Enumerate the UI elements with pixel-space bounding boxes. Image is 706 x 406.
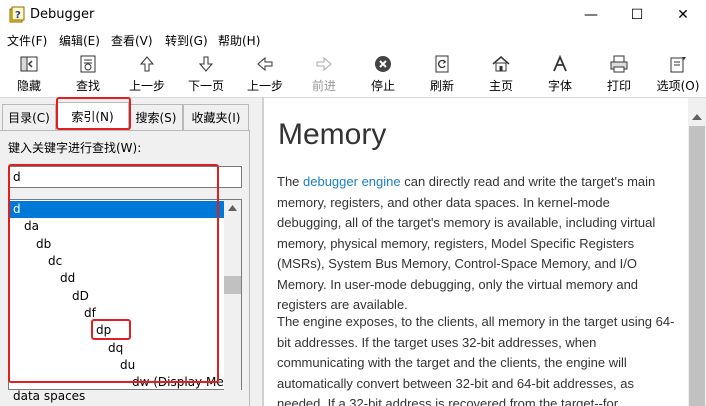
- find-button[interactable]: 查找: [60, 53, 116, 95]
- list-item[interactable]: da: [24, 218, 39, 235]
- next-page-button[interactable]: 下一页: [178, 53, 234, 95]
- list-item[interactable]: dD: [72, 288, 89, 305]
- maximize-icon: ☐: [630, 7, 644, 23]
- back-button[interactable]: 上一步: [237, 53, 293, 95]
- topic-paragraph: The engine exposes, to the clients, all …: [277, 314, 675, 406]
- scroll-up-icon[interactable]: [228, 205, 237, 211]
- content-scroll-thumb[interactable]: [689, 126, 705, 406]
- topic-paragraph: The debugger engine can directly read an…: [277, 174, 656, 312]
- maximize-button[interactable]: ☐: [614, 0, 660, 30]
- list-item[interactable]: dq: [108, 340, 123, 357]
- list-item[interactable]: df: [84, 305, 96, 322]
- list-item[interactable]: d: [9, 201, 225, 218]
- list-item[interactable]: dp: [96, 322, 111, 339]
- home-icon: [490, 53, 512, 75]
- toolbar: 隐藏 查找 上一步 下一页 上一步 前进 停止 刷新 主页 字体 打印 选项(O…: [0, 50, 706, 98]
- list-item[interactable]: db: [36, 236, 51, 253]
- menu-goto[interactable]: 转到(G): [165, 32, 208, 49]
- topic-title: Memory: [278, 118, 387, 151]
- arrow-down-icon: [195, 53, 217, 75]
- minimize-icon: —: [584, 7, 598, 23]
- stop-button[interactable]: 停止: [355, 53, 411, 95]
- close-button[interactable]: ✕: [660, 0, 706, 30]
- close-icon: ✕: [677, 7, 689, 23]
- tab-search[interactable]: 搜索(S): [129, 104, 183, 130]
- debugger-engine-link[interactable]: debugger engine: [303, 174, 401, 189]
- list-item[interactable]: dd: [60, 270, 75, 287]
- options-icon: [667, 53, 689, 75]
- keyword-input[interactable]: [8, 166, 242, 188]
- list-item[interactable]: dw (Display Me: [132, 374, 224, 389]
- arrow-up-icon: [136, 53, 158, 75]
- refresh-icon: [431, 53, 453, 75]
- index-list-scroll-thumb[interactable]: [224, 276, 241, 294]
- title-bar: ? Debugger — ☐ ✕: [0, 0, 706, 30]
- list-item[interactable]: dc: [48, 253, 62, 270]
- print-button[interactable]: 打印: [591, 53, 647, 95]
- arrow-left-icon: [254, 53, 276, 75]
- find-icon: [77, 53, 99, 75]
- menu-help[interactable]: 帮助(H): [218, 32, 260, 49]
- tab-index[interactable]: 索引(N): [56, 102, 129, 130]
- font-button[interactable]: 字体: [532, 53, 588, 95]
- list-item[interactable]: data spaces: [13, 389, 85, 403]
- window-title: Debugger: [30, 7, 95, 22]
- font-icon: [549, 53, 571, 75]
- index-list-scrollbar[interactable]: [224, 200, 241, 390]
- menu-edit[interactable]: 编辑(E): [59, 32, 100, 49]
- prev-step-button[interactable]: 上一步: [119, 53, 175, 95]
- topic-content: Memory The debugger engine can directly …: [264, 98, 688, 406]
- tab-contents[interactable]: 目录(C): [2, 104, 56, 130]
- menu-file[interactable]: 文件(F): [7, 32, 47, 49]
- refresh-button[interactable]: 刷新: [414, 53, 470, 95]
- hide-button[interactable]: 隐藏: [1, 53, 57, 95]
- svg-text:?: ?: [15, 10, 21, 21]
- list-item[interactable]: du: [120, 357, 135, 374]
- stop-icon: [372, 53, 394, 75]
- print-icon: [608, 53, 630, 75]
- scroll-up-icon[interactable]: [692, 114, 702, 120]
- menu-bar: 文件(F) 编辑(E) 查看(V) 转到(G) 帮助(H): [0, 30, 706, 50]
- tab-favorites[interactable]: 收藏夹(I): [183, 104, 249, 130]
- forward-button[interactable]: 前进: [296, 53, 352, 95]
- help-app-icon: ?: [9, 6, 25, 23]
- home-button[interactable]: 主页: [473, 53, 529, 95]
- arrow-right-icon: [313, 53, 335, 75]
- menu-view[interactable]: 查看(V): [111, 32, 153, 49]
- keyword-label: 键入关键字进行查找(W):: [8, 141, 142, 155]
- options-button[interactable]: 选项(O): [650, 53, 706, 95]
- hide-icon: [18, 53, 40, 75]
- index-list[interactable]: d da db dc dd dD df dp dq du dw (Display…: [8, 199, 242, 390]
- minimize-button[interactable]: —: [568, 0, 614, 30]
